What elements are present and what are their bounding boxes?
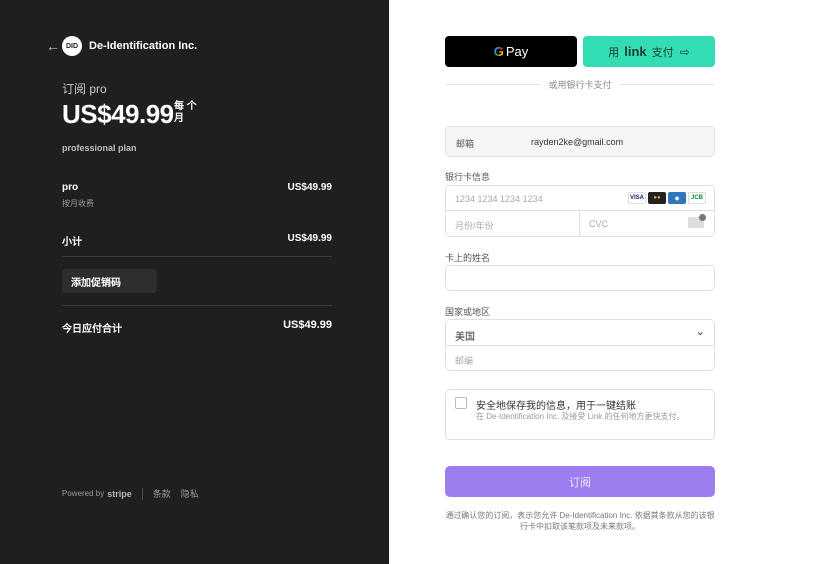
line-item-name: pro	[62, 182, 79, 193]
terms-link[interactable]: 条款	[153, 487, 171, 500]
country-select[interactable]: 美国 ⌄	[446, 320, 714, 346]
visa-icon: VISA	[628, 192, 646, 204]
footer-separator	[141, 487, 143, 500]
link-suffix: 支付	[651, 46, 674, 59]
billing-period: 每 个月	[174, 101, 197, 124]
divider	[62, 256, 332, 257]
line-item-amount: US$49.99	[287, 182, 332, 193]
divider	[62, 305, 332, 306]
save-info-description: 在 De-Identification Inc. 及接受 Link 的任何地方更…	[476, 412, 685, 421]
name-on-card-label: 卡上的姓名	[445, 253, 491, 263]
back-arrow-icon[interactable]: ←	[46, 39, 60, 53]
expiry-placeholder: 月份/年份	[455, 221, 494, 231]
line-item-sub: 按月收费	[62, 199, 94, 208]
cvc-placeholder: CVC	[589, 219, 609, 229]
email-label: 邮箱	[456, 139, 475, 149]
card-number-input[interactable]: 1234 1234 1234 1234 VISA ●● ◆ JCB	[446, 186, 714, 211]
save-info-title: 安全地保存我的信息，用于一键结账	[476, 401, 636, 412]
plan-description: professional plan	[62, 143, 137, 153]
terms-text: 通过确认您的订阅，表示您允许 De-Identification Inc. 依据…	[445, 511, 715, 531]
link-brand: link	[624, 44, 647, 59]
save-info-checkbox[interactable]	[455, 397, 467, 409]
amex-icon: ◆	[668, 192, 686, 204]
save-info-box: 安全地保存我的信息，用于一键结账 在 De-Identification Inc…	[445, 389, 715, 440]
expiry-input[interactable]: 月份/年份	[446, 211, 580, 236]
price: US$49.99	[62, 99, 174, 129]
postal-placeholder: 邮编	[455, 356, 474, 366]
cvc-input[interactable]: CVC	[580, 211, 714, 236]
privacy-link[interactable]: 隐私	[181, 487, 199, 500]
arrow-right-icon: ⇨	[679, 44, 690, 59]
card-brands: VISA ●● ◆ JCB	[628, 192, 706, 204]
email-value: rayden2ke@gmail.com	[531, 137, 624, 147]
address-group: 美国 ⌄ 邮编	[445, 319, 715, 371]
jcb-icon: JCB	[688, 192, 706, 204]
subtotal-label: 小计	[62, 237, 82, 248]
footer: Powered by stripe 条款 隐私	[62, 487, 209, 500]
divider-line	[620, 84, 715, 85]
subscribe-label: 订阅 pro	[62, 82, 107, 96]
card-info-label: 银行卡信息	[445, 172, 491, 182]
total-label: 今日应付合计	[62, 324, 122, 335]
email-field[interactable]: 邮箱 rayden2ke@gmail.com	[445, 126, 715, 157]
total-amount: US$49.99	[283, 319, 332, 331]
order-summary-panel: ← DID De-Identification Inc. 订阅 pro US$4…	[0, 0, 389, 564]
cvc-card-icon	[688, 214, 706, 228]
merchant-name: De-Identification Inc.	[89, 40, 198, 52]
google-pay-button[interactable]: G Pay	[445, 36, 577, 67]
powered-by-text: Powered by	[62, 489, 105, 498]
name-on-card-input[interactable]	[445, 265, 715, 291]
divider-line	[445, 84, 540, 85]
postal-code-input[interactable]: 邮编	[446, 346, 714, 371]
chevron-down-icon: ⌄	[695, 326, 705, 338]
or-pay-with-card: 或用银行卡支付	[548, 80, 612, 90]
link-prefix: 用	[608, 46, 620, 59]
stripe-logo[interactable]: stripe	[107, 489, 132, 499]
card-info-group: 1234 1234 1234 1234 VISA ●● ◆ JCB 月份/年份 …	[445, 185, 715, 237]
gpay-label: Pay	[505, 44, 529, 59]
country-value: 美国	[455, 332, 475, 343]
mastercard-icon: ●●	[648, 192, 666, 204]
add-promo-code-button[interactable]: 添加促销码	[62, 269, 157, 293]
card-number-placeholder: 1234 1234 1234 1234	[455, 194, 543, 204]
merchant-logo: DID	[62, 36, 82, 56]
subscribe-button[interactable]: 订阅	[445, 466, 715, 497]
region-label: 国家或地区	[445, 307, 491, 317]
google-g-icon: G	[493, 44, 504, 59]
link-pay-button[interactable]: 用 link 支付 ⇨	[583, 36, 715, 67]
subtotal-amount: US$49.99	[287, 233, 332, 244]
